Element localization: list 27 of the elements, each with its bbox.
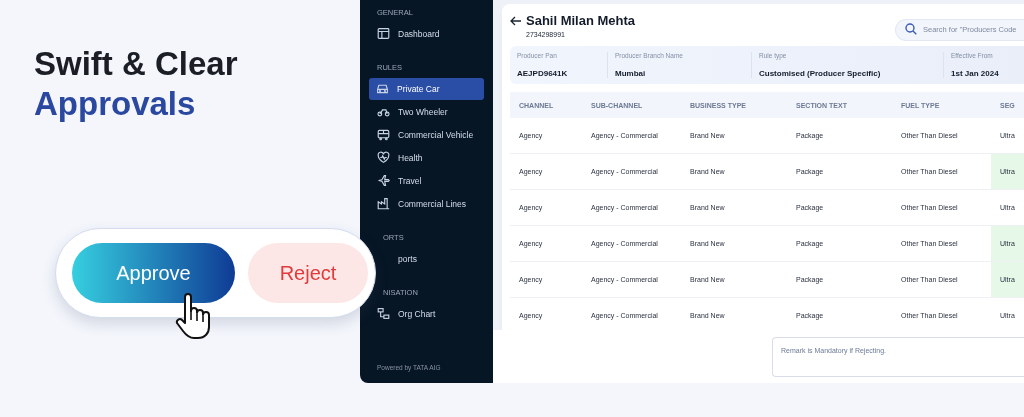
- sidebar-item[interactable]: Dashboard: [377, 22, 440, 45]
- sidebar-item[interactable]: Commercial Vehicle: [377, 123, 474, 146]
- sidebar-item[interactable]: ports: [398, 247, 417, 270]
- sidebar-item[interactable]: Travel: [377, 169, 422, 192]
- field-value: 1st Jan 2024: [951, 69, 1000, 78]
- car-icon: [376, 82, 389, 95]
- back-arrow-icon[interactable]: [510, 15, 522, 26]
- reject-button[interactable]: Reject: [248, 243, 368, 303]
- approve-button[interactable]: Approve: [72, 243, 235, 303]
- sidebar-item[interactable]: Private Car: [369, 77, 484, 100]
- plane-icon: [377, 174, 390, 187]
- sidebar-item[interactable]: Org Chart: [377, 302, 436, 325]
- sidebar-item[interactable]: Health: [377, 146, 423, 169]
- headline-accent: Approvals: [34, 84, 197, 124]
- heart-icon: [377, 151, 390, 164]
- layout-icon: [377, 27, 390, 40]
- field-value: Customised (Producer Specific): [759, 69, 882, 78]
- producer-name: Sahil Milan Mehta: [526, 13, 636, 28]
- sidebar-item[interactable]: Commercial Lines: [377, 192, 467, 215]
- org-chart-icon: [377, 307, 390, 320]
- factory-icon: [377, 197, 390, 210]
- field-value: AEJPD9641K: [517, 69, 569, 78]
- headline: Swift & Clear: [34, 44, 239, 84]
- search-icon: [905, 23, 917, 35]
- sidebar-item[interactable]: Two Wheeler: [377, 100, 448, 123]
- bus-icon: [377, 128, 390, 141]
- field-value: Mumbai: [615, 69, 647, 78]
